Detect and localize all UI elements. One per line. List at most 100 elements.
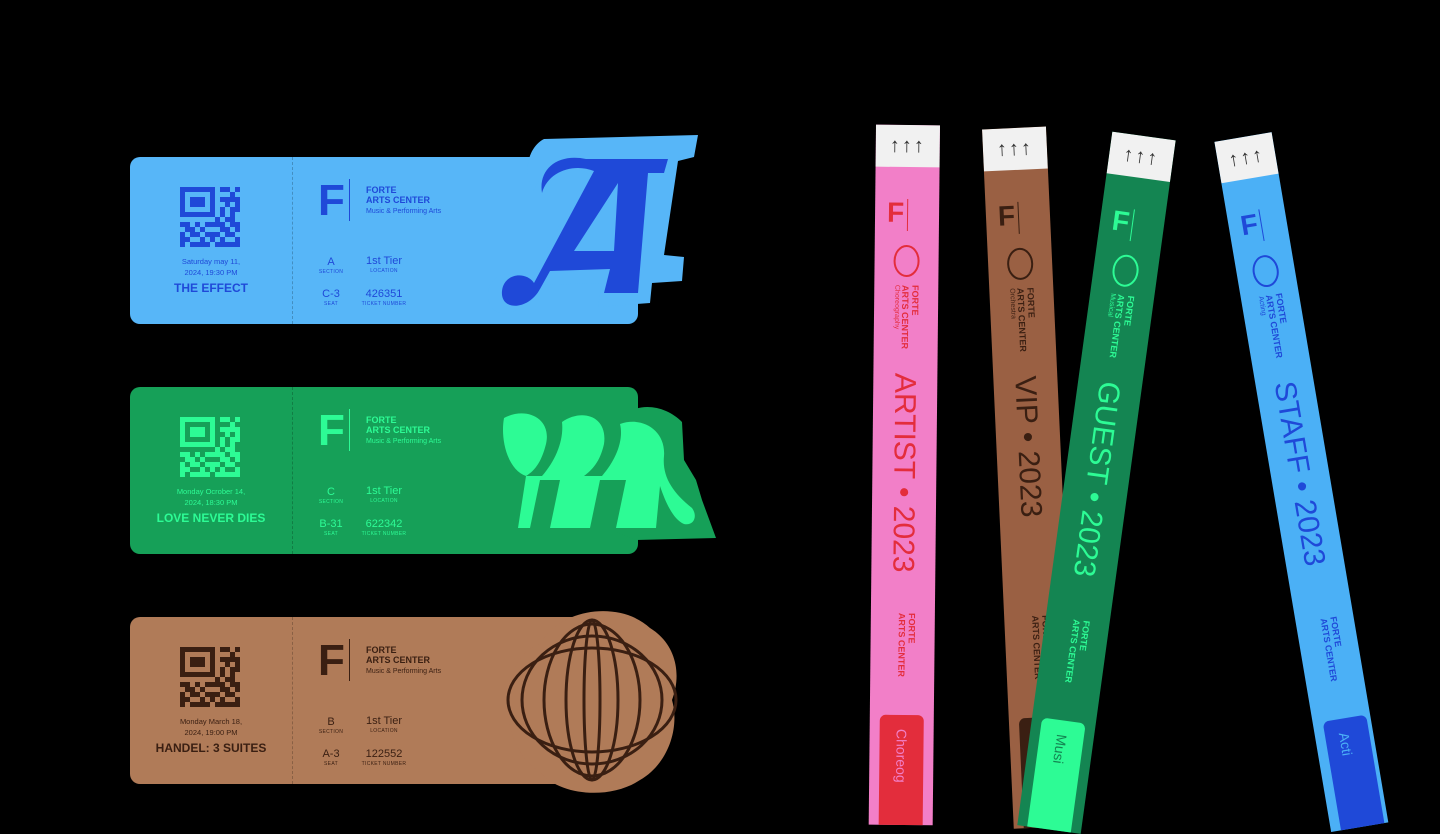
section-field: A SECTION <box>316 256 346 275</box>
seat-key: SEAT <box>324 531 338 537</box>
brand-line1: FORTE <box>366 645 397 655</box>
musical-mm-icon <box>496 405 716 540</box>
brand-line2: ARTS CENTER <box>899 284 911 350</box>
logo-divider <box>1129 209 1135 242</box>
section-value: B <box>327 716 335 728</box>
brand-tagline: Music & Performing Arts <box>366 668 442 675</box>
year-label: 2023 <box>1287 497 1332 569</box>
location-field: 1st Tier LOCATION <box>362 255 406 274</box>
bullet: • <box>1284 478 1319 495</box>
wristband-tear-strip: ↑↑↑ <box>982 126 1048 172</box>
brand-line1: FORTE <box>366 415 397 425</box>
brand-logo: F <box>997 200 1016 232</box>
section-value: A <box>327 256 335 268</box>
location-field: 1st Tier LOCATION <box>362 485 406 504</box>
perforation <box>292 157 293 324</box>
ticket-date: Monday Ocrober 14, 2024, 18:30 PM <box>176 487 246 507</box>
brand-name: FORTE ARTS CENTER Music & Performing Art… <box>366 415 441 447</box>
brand-line1: FORTE <box>906 613 917 644</box>
brand-line1: FORTE <box>1025 287 1037 319</box>
ticket-number-value: 122552 <box>365 748 403 760</box>
ticket-show-title: LOVE NEVER DIES <box>156 511 266 525</box>
brand-tagline: Music & Performing Arts <box>366 208 442 215</box>
wristband-tear-strip: ↑↑↑ <box>875 124 940 168</box>
wristband-brand: FORTE ARTS CENTER <box>900 285 921 349</box>
wristband-role: ARTIST • 2023 <box>885 373 921 573</box>
arrow-up-icon: ↑↑↑ <box>889 134 926 158</box>
wristband-tear-strip: ↑↑↑ <box>1106 131 1176 182</box>
location-key: LOCATION <box>370 268 398 274</box>
brand-logo: F <box>318 636 345 685</box>
year-label: 2023 <box>1066 508 1109 579</box>
qr-code-icon <box>180 647 240 707</box>
wristband-role: STAFF • 2023 <box>1267 379 1332 569</box>
orchestra-rings-icon <box>506 611 678 793</box>
wristband-role: VIP • 2023 <box>1007 375 1047 518</box>
location-value: 1st Tier <box>365 715 403 727</box>
ticket-number-key: TICKET NUMBER <box>361 761 407 767</box>
logo-divider <box>349 409 350 451</box>
location-key: LOCATION <box>370 498 398 504</box>
seat-field: C-3 SEAT <box>316 288 346 307</box>
year-label: 2023 <box>886 505 921 573</box>
qr-code-icon <box>180 187 240 247</box>
brand-line2: ARTS CENTER <box>1063 618 1082 684</box>
category-symbol-icon <box>893 244 920 277</box>
wristband-tear-strip: ↑↑↑ <box>1214 132 1279 184</box>
wristband-category: Choreography <box>892 284 901 330</box>
ticket-number-field: 622342 TICKET NUMBER <box>359 518 409 537</box>
arrow-up-icon: ↑↑↑ <box>1121 143 1161 171</box>
seat-field: A-3 SEAT <box>316 748 346 767</box>
wristband-badge <box>1322 714 1387 833</box>
seat-key: SEAT <box>324 761 338 767</box>
perforation <box>292 617 293 784</box>
wristband-category: Orchestra <box>1008 288 1017 320</box>
brand-logo: F <box>886 196 905 228</box>
ticket-number-key: TICKET NUMBER <box>361 531 407 537</box>
section-key: SECTION <box>318 729 344 735</box>
qr-code-icon <box>180 417 240 477</box>
brand-name: FORTE ARTS CENTER Music & Performing Art… <box>366 185 441 217</box>
seat-value: A-3 <box>322 748 340 760</box>
role-label: ARTIST <box>887 372 922 479</box>
location-value: 1st Tier <box>365 255 403 267</box>
seat-key: SEAT <box>324 301 338 307</box>
brand-line1: FORTE <box>366 185 397 195</box>
arrow-up-icon: ↑↑↑ <box>1226 143 1267 172</box>
wristband-brand-bottom: FORTE ARTS CENTER <box>1318 616 1348 682</box>
brand-name: FORTE ARTS CENTER Music & Performing Art… <box>366 645 441 677</box>
ticket-number-value: 426351 <box>365 288 403 300</box>
wristband-brand-bottom: FORTE ARTS CENTER <box>896 613 917 677</box>
wristband-brand: FORTE ARTS CENTER <box>1015 287 1038 352</box>
seat-field: B-31 SEAT <box>316 518 346 537</box>
logo-divider <box>1017 201 1020 234</box>
ticket-number-value: 622342 <box>365 518 403 530</box>
year-label: 2023 <box>1011 449 1048 519</box>
bullet: • <box>887 486 921 498</box>
wristband-staff: ↑↑↑ F FORTE ARTS CENTER Acting STAFF • 2… <box>1214 132 1389 833</box>
brand-tagline: Music & Performing Arts <box>366 438 442 445</box>
category-symbol-icon <box>1252 255 1279 288</box>
ticket-date: Monday March 18, 2024, 19:00 PM <box>179 717 243 737</box>
location-key: LOCATION <box>370 728 398 734</box>
category-symbol-icon <box>1112 254 1139 287</box>
brand-logo: F <box>1238 207 1261 242</box>
logo-divider <box>349 179 350 221</box>
brand-line2: ARTS CENTER <box>366 195 431 205</box>
bullet: • <box>1076 489 1112 505</box>
wristband-brand-bottom: FORTE ARTS CENTER <box>1063 619 1092 685</box>
seat-value: B-31 <box>319 518 343 530</box>
acting-A-icon <box>488 135 698 314</box>
role-label: GUEST <box>1079 379 1127 486</box>
logo-divider <box>906 198 909 232</box>
arrow-up-icon: ↑↑↑ <box>996 137 1034 161</box>
section-field: C SECTION <box>316 486 346 505</box>
ticket-number-field: 122552 TICKET NUMBER <box>359 748 409 767</box>
section-key: SECTION <box>318 499 344 505</box>
brand-line2: ARTS CENTER <box>896 612 907 678</box>
section-value: C <box>327 486 335 498</box>
role-label: VIP <box>1008 375 1044 425</box>
location-field: 1st Tier LOCATION <box>362 715 406 734</box>
brand-line1: FORTE <box>910 285 921 316</box>
brand-line2: ARTS CENTER <box>366 425 431 435</box>
